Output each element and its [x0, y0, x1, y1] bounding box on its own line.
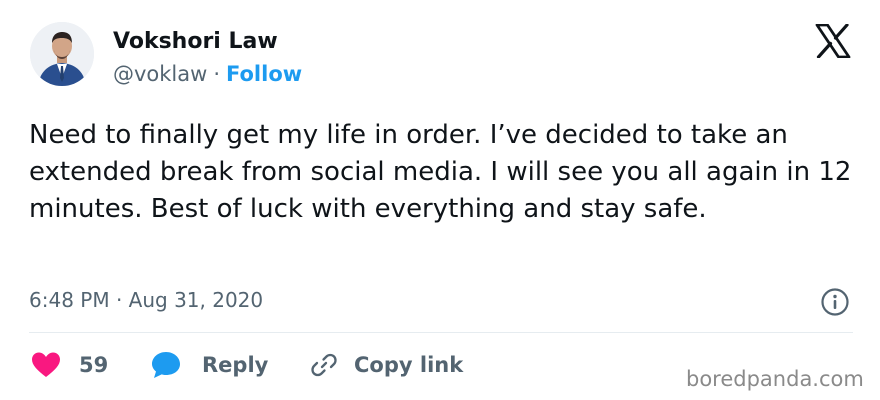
handle-separator: ·: [213, 62, 221, 86]
reply-label: Reply: [202, 353, 269, 377]
tweet-card: Vokshori Law @voklaw · Follow Need to fina…: [0, 0, 880, 400]
divider: [29, 332, 853, 333]
link-icon: [311, 353, 337, 377]
follow-button[interactable]: Follow: [226, 62, 302, 86]
tweet-timestamp[interactable]: 6:48 PM · Aug 31, 2020: [29, 287, 263, 313]
tweet-text: Need to finally get my life in order. I’…: [29, 120, 852, 224]
like-button[interactable]: 59: [31, 350, 108, 380]
speech-bubble-icon: [152, 352, 180, 378]
x-logo-icon[interactable]: [815, 23, 851, 59]
author-handle[interactable]: @voklaw: [113, 62, 207, 86]
like-count: 59: [79, 353, 109, 377]
copy-link-button[interactable]: Copy link: [310, 350, 463, 380]
copy-link-label: Copy link: [354, 353, 464, 377]
avatar[interactable]: [30, 22, 94, 86]
author-handle-row: @voklaw · Follow: [113, 60, 302, 88]
boredpanda-watermark: boredpanda.com: [686, 367, 864, 391]
heart-icon: [32, 352, 60, 377]
author-name[interactable]: Vokshori Law: [113, 28, 278, 56]
reply-button[interactable]: Reply: [150, 350, 268, 380]
info-icon[interactable]: [820, 287, 850, 317]
avatar-portrait-icon: [30, 22, 94, 86]
